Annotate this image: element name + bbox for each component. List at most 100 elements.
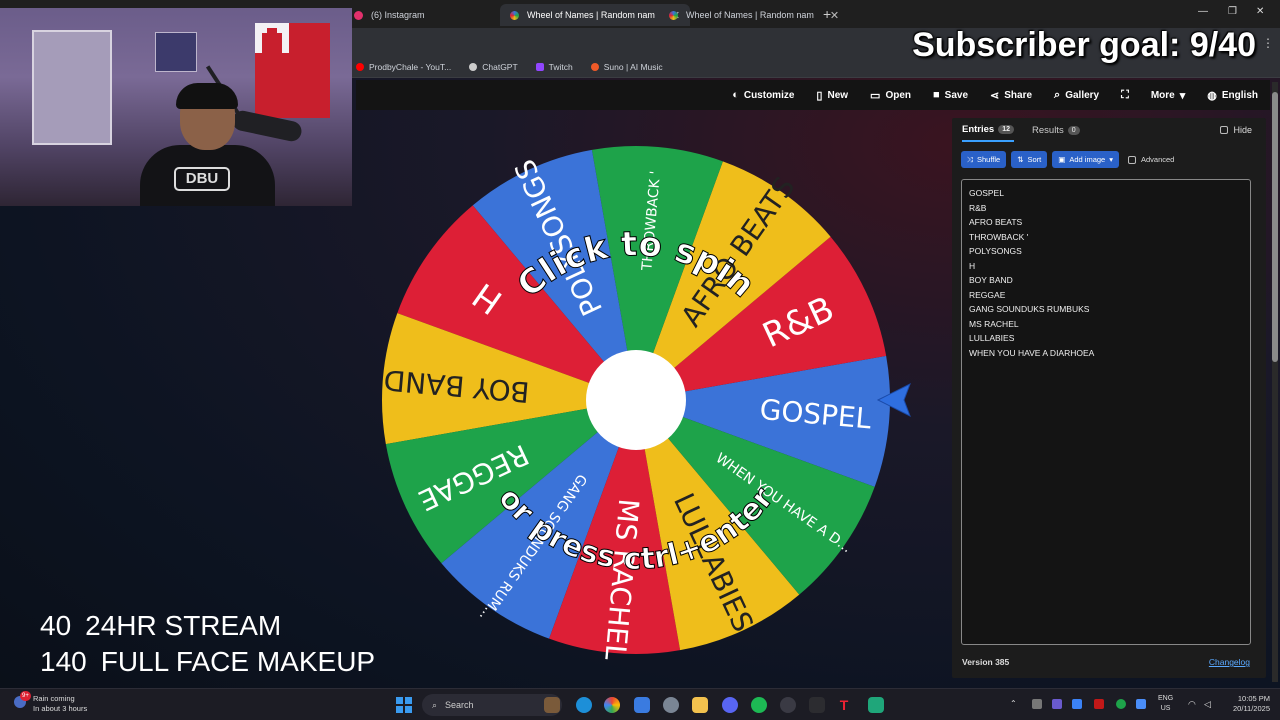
edge-icon[interactable] bbox=[576, 697, 592, 713]
weather-badge: 9+ bbox=[20, 691, 31, 701]
share-label: Share bbox=[1004, 89, 1033, 101]
hide-toggle[interactable]: Hide bbox=[1220, 125, 1252, 135]
restore-icon[interactable]: ❐ bbox=[1228, 6, 1237, 17]
folder-icon: ▭ bbox=[870, 89, 881, 102]
results-count-badge: 0 bbox=[1067, 126, 1080, 135]
hide-checkbox[interactable] bbox=[1220, 126, 1229, 134]
tray-icon[interactable] bbox=[1094, 699, 1104, 709]
streamer-cap bbox=[176, 83, 238, 109]
obs-icon[interactable] bbox=[780, 697, 796, 713]
entry-line: THROWBACK ' bbox=[969, 231, 1029, 242]
sort-button[interactable]: ⇅ Sort bbox=[1011, 151, 1048, 168]
file-explorer-icon[interactable] bbox=[692, 697, 708, 713]
gallery-button[interactable]: ⌕ Gallery bbox=[1054, 89, 1099, 102]
chevron-down-icon: ▾ bbox=[1179, 89, 1186, 102]
window-close-icon[interactable]: ✕ bbox=[1256, 6, 1264, 17]
open-button[interactable]: ▭ Open bbox=[870, 89, 911, 102]
bookmark-label: ChatGPT bbox=[482, 61, 518, 72]
windows-start-icon[interactable] bbox=[396, 697, 412, 713]
new-tab-button[interactable]: + bbox=[823, 6, 831, 22]
entry-line: H bbox=[969, 260, 976, 271]
chrome-icon[interactable] bbox=[604, 697, 620, 713]
entry-line: POLYSONGS bbox=[969, 246, 1022, 256]
windows-taskbar: 9+ Rain coming In about 3 hours ⌕ Search … bbox=[0, 688, 1280, 720]
lang-code: ENG bbox=[1158, 695, 1174, 702]
share-icon: ⋖ bbox=[990, 89, 1000, 102]
sort-label: Sort bbox=[1027, 155, 1042, 164]
advanced-toggle[interactable]: Advanced bbox=[1128, 155, 1174, 164]
wheel-graphic[interactable]: GOSPELR&BAFRO BEATSTHROWBACK 'POLYSONGSH… bbox=[382, 146, 890, 662]
tray-icon[interactable] bbox=[1032, 699, 1042, 709]
minimize-icon[interactable]: — bbox=[1198, 6, 1208, 17]
settings-icon[interactable] bbox=[663, 697, 679, 713]
bookmark-suno[interactable]: Suno | AI Music bbox=[590, 62, 663, 72]
changelog-link[interactable]: Changelog bbox=[1209, 657, 1250, 667]
subscriber-goal-overlay: Subscriber goal: 9/40 bbox=[912, 26, 1256, 64]
tray-icon[interactable] bbox=[1072, 699, 1082, 709]
app-icon[interactable] bbox=[868, 697, 884, 713]
spotify-icon[interactable] bbox=[751, 697, 767, 713]
shuffle-button[interactable]: ⤨ Shuffle bbox=[961, 151, 1007, 168]
version-label: Version 385 bbox=[962, 657, 1010, 667]
goal-label: FULL FACE MAKEUP bbox=[100, 646, 376, 677]
site-toolbar: ◐ Customize ▯ New ▭ Open ■ Save ⋖ Share ⌕ Gall… bbox=[356, 80, 1270, 110]
goal-row: 40 24HR STREAM bbox=[40, 608, 375, 644]
clock-date: 20/11/2025 bbox=[1233, 704, 1270, 713]
tab-results[interactable]: Results 0 bbox=[1032, 124, 1080, 142]
advanced-checkbox[interactable] bbox=[1128, 155, 1136, 164]
goal-number: 40 bbox=[40, 610, 72, 641]
share-button[interactable]: ⋖ Share bbox=[990, 89, 1032, 102]
weather-widget[interactable]: 9+ Rain coming In about 3 hours bbox=[14, 691, 87, 714]
shuffle-label: Shuffle bbox=[977, 155, 1001, 164]
entry-line: BOY BAND bbox=[969, 275, 1013, 285]
youtube-icon bbox=[356, 62, 364, 71]
save-button[interactable]: ■ Save bbox=[933, 89, 968, 101]
new-label: New bbox=[827, 89, 849, 101]
webcam-background-poster bbox=[155, 32, 197, 72]
tab-results-label: Results bbox=[1032, 125, 1064, 136]
tab-entries-label: Entries bbox=[962, 124, 995, 135]
save-icon: ■ bbox=[933, 89, 940, 101]
volume-icon[interactable]: ◁ bbox=[1204, 699, 1214, 709]
discord-icon[interactable] bbox=[722, 697, 738, 713]
webcam-background-door bbox=[32, 30, 112, 145]
wheel-favicon-icon bbox=[510, 10, 519, 20]
new-button[interactable]: ▯ New bbox=[816, 89, 848, 102]
tab-wheel-of-names[interactable]: Wheel of Names | Random nam ✕ bbox=[659, 4, 849, 26]
search-icon: ⌕ bbox=[1054, 88, 1061, 101]
wheel-center-hub[interactable] bbox=[586, 350, 686, 450]
shirt-logo: DBU bbox=[174, 167, 230, 191]
entries-textarea[interactable]: GOSPEL R&B AFRO BEATS THROWBACK ' POLYSONGS H… bbox=[961, 179, 1251, 645]
bookmark-prodbychale[interactable]: ProdbyChale - YouT... bbox=[356, 62, 451, 72]
fullscreen-button[interactable]: ⛶ bbox=[1121, 89, 1129, 102]
tray-icon[interactable] bbox=[1116, 699, 1126, 709]
tab-entries[interactable]: Entries 12 bbox=[962, 124, 1015, 142]
app-icon[interactable] bbox=[634, 697, 650, 713]
tray-chevron-up-icon[interactable]: ⌃ bbox=[1010, 699, 1020, 709]
add-image-button[interactable]: ▣ Add image ▾ bbox=[1052, 151, 1119, 168]
app-icon[interactable] bbox=[544, 697, 560, 713]
bookmark-twitch[interactable]: Twitch bbox=[535, 62, 573, 72]
goal-row: 140 FULL FACE MAKEUP bbox=[40, 644, 375, 680]
wifi-icon[interactable]: ◠ bbox=[1188, 699, 1198, 709]
language-label: English bbox=[1221, 89, 1258, 101]
browser-menu-icon[interactable]: ⋮ bbox=[1262, 36, 1274, 50]
capcut-icon[interactable] bbox=[809, 697, 825, 713]
entry-line: GANG SOUNDUKS RUMBUKS bbox=[969, 304, 1090, 314]
more-button[interactable]: More ▾ bbox=[1151, 89, 1185, 102]
tray-icon[interactable] bbox=[1136, 699, 1146, 709]
language-button[interactable]: ◍ English bbox=[1207, 89, 1258, 102]
clock[interactable]: 10:05 PM 20/11/2025 bbox=[1233, 694, 1270, 714]
text-app-icon[interactable]: T bbox=[836, 697, 852, 713]
input-language-indicator[interactable]: ENG US bbox=[1158, 694, 1173, 714]
wheel-favicon-icon bbox=[669, 10, 678, 20]
page-scrollbar-thumb[interactable] bbox=[1272, 92, 1278, 362]
tray-icon[interactable] bbox=[1052, 699, 1062, 709]
customize-button[interactable]: ◐ Customize bbox=[732, 89, 794, 101]
close-icon[interactable]: ✕ bbox=[830, 9, 839, 22]
spin-wheel[interactable]: GOSPEL R&B AFRO BEATS THROWBACK ' POLYSONGS H… bbox=[382, 146, 890, 662]
entry-line: MS RACHEL bbox=[969, 318, 1019, 329]
bookmark-chatgpt[interactable]: ChatGPT bbox=[469, 61, 518, 72]
entry-line: WHEN YOU HAVE A DIARHOEA bbox=[969, 347, 1095, 358]
taskbar-search[interactable]: ⌕ Search bbox=[422, 694, 562, 716]
